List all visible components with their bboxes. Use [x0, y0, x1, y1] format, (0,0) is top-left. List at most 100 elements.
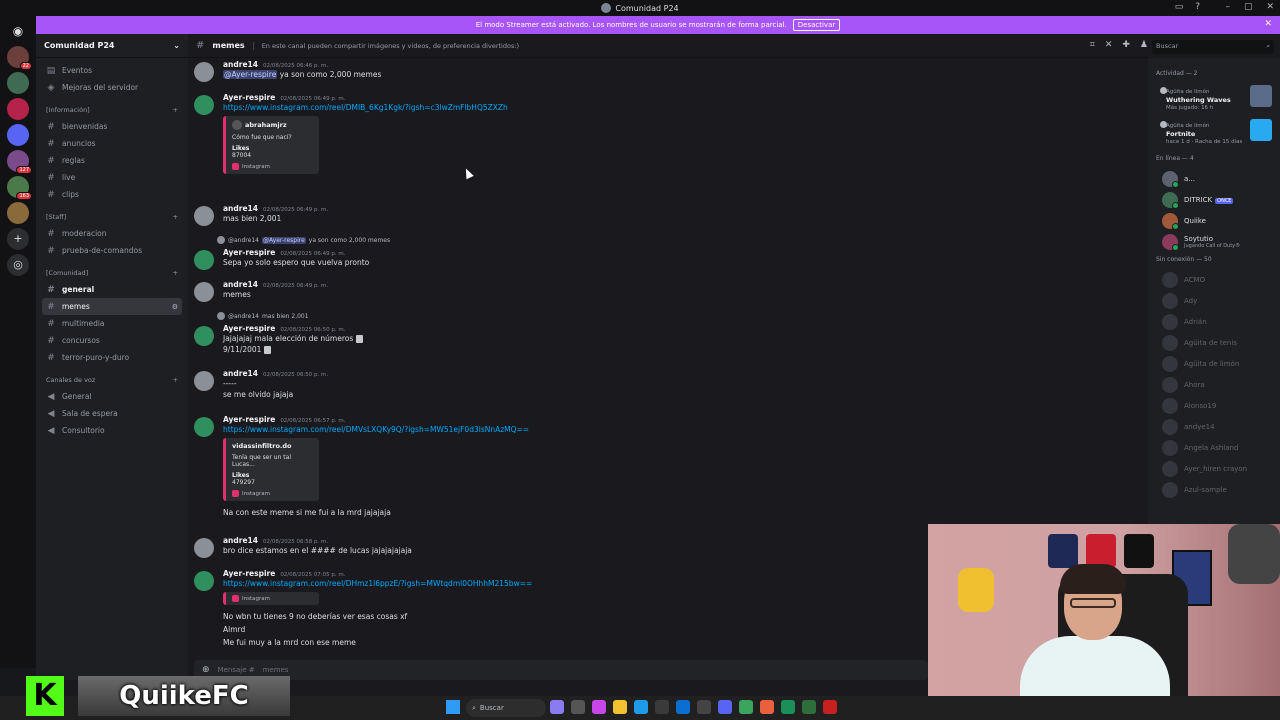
server-icon-active[interactable] [7, 124, 29, 146]
message-author[interactable]: andre14 [223, 60, 258, 69]
app-icon[interactable] [655, 700, 669, 714]
outlook-icon[interactable] [676, 700, 690, 714]
channel-memes[interactable]: # memes ⚙ [42, 298, 182, 315]
channel-concursos[interactable]: # concursos [42, 332, 182, 349]
message-author[interactable]: andre14 [223, 204, 258, 213]
server-icon[interactable] [7, 72, 29, 94]
category-staff[interactable]: [Staff] + [42, 209, 182, 225]
channel-server-boosts[interactable]: ◈ Mejoras del servidor [42, 79, 182, 96]
category-comunidad[interactable]: [Comunidad] + [42, 265, 182, 281]
message-author[interactable]: Ayer-respire [223, 569, 275, 578]
message-input[interactable]: ⊕ Mensaje # memes [194, 660, 928, 680]
member-item[interactable]: a... [1154, 168, 1274, 189]
windows-start-icon[interactable] [446, 700, 460, 714]
member-item[interactable]: Soytutio Jugando Call of Duty® [1154, 231, 1274, 252]
message-author[interactable]: andre14 [223, 280, 258, 289]
avatar[interactable] [194, 326, 214, 346]
file-explorer-icon[interactable] [613, 700, 627, 714]
channel-anuncios[interactable]: # anuncios [42, 135, 182, 152]
message-author[interactable]: andre14 [223, 369, 258, 378]
message-link[interactable]: https://www.instagram.com/reel/DMIB_6Kg1… [223, 102, 1134, 113]
voice-channel-consultorio[interactable]: ◀ Consultorio [42, 422, 182, 439]
server-icon[interactable]: 163 [7, 176, 32, 200]
add-channel-icon[interactable]: + [173, 269, 178, 277]
add-channel-icon[interactable]: + [173, 376, 178, 384]
channel-events[interactable]: ▤ Eventos [42, 62, 182, 79]
add-channel-icon[interactable]: + [173, 106, 178, 114]
mute-icon[interactable]: ✕ [1105, 40, 1113, 50]
minimize-icon[interactable]: – [1225, 2, 1230, 12]
channel-moderacion[interactable]: # moderacion [42, 225, 182, 242]
member-item[interactable]: Ayer_hiren crayon [1154, 458, 1274, 479]
attach-plus-icon[interactable]: ⊕ [202, 665, 210, 675]
channel-multimedia[interactable]: # multimedia [42, 315, 182, 332]
message-author[interactable]: Ayer-respire [223, 93, 275, 102]
channel-general[interactable]: # general [42, 281, 182, 298]
message-author[interactable]: Ayer-respire [223, 415, 275, 424]
member-item[interactable]: DITRICK ONCE [1154, 189, 1274, 210]
channel-settings-icon[interactable]: ⚙ [172, 303, 182, 311]
mention[interactable]: @Ayer-respire [223, 70, 278, 79]
server-icon[interactable] [7, 98, 29, 120]
member-item[interactable]: Angela Ashland [1154, 437, 1274, 458]
member-item[interactable]: Azul-sample [1154, 479, 1274, 500]
close-window-icon[interactable]: ✕ [1266, 2, 1274, 12]
edge-icon[interactable] [634, 700, 648, 714]
avatar[interactable] [194, 538, 214, 558]
maximize-icon[interactable]: ▢ [1244, 2, 1253, 12]
app-icon[interactable] [571, 700, 585, 714]
avatar[interactable] [194, 371, 214, 391]
avatar[interactable] [194, 571, 214, 591]
discord-home-icon[interactable]: ◉ [7, 20, 29, 42]
avatar[interactable] [194, 417, 214, 437]
app-icon[interactable] [781, 700, 795, 714]
member-item[interactable]: Adrián [1154, 311, 1274, 332]
voice-channel-sala-de-espera[interactable]: ◀ Sala de espera [42, 405, 182, 422]
avatar[interactable] [194, 206, 214, 226]
taskbar-search[interactable]: ⌕ Buscar [466, 699, 546, 717]
message-author[interactable]: Ayer-respire [223, 324, 275, 333]
avatar[interactable] [194, 282, 214, 302]
message-author[interactable]: andre14 [223, 536, 258, 545]
disable-streamer-button[interactable]: Desactivar [792, 19, 841, 31]
activity-card[interactable]: Agüita de limón Fortnite hace 1 d · Rach… [1154, 117, 1274, 151]
channel-topic[interactable]: En este canal pueden compartir imágenes … [252, 41, 519, 50]
app-icon[interactable] [697, 700, 711, 714]
reply-preview[interactable]: @andre14 @Ayer-respire ya son como 2,000… [217, 236, 390, 244]
server-header[interactable]: Comunidad P24 ⌄ [36, 34, 188, 58]
member-item[interactable]: Agüita de tenis [1154, 332, 1274, 353]
server-icon[interactable]: 127 [7, 150, 32, 174]
channel-bienvenidas[interactable]: # bienvenidas [42, 118, 182, 135]
close-banner-icon[interactable]: ✕ [1264, 19, 1272, 29]
member-item[interactable]: andye14 [1154, 416, 1274, 437]
channel-clips[interactable]: # clips [42, 186, 182, 203]
member-item[interactable]: Alonso19 [1154, 395, 1274, 416]
category-voice[interactable]: Canales de voz + [42, 372, 182, 388]
avatar[interactable] [194, 95, 214, 115]
member-item[interactable]: Quiike [1154, 210, 1274, 231]
discord-icon[interactable] [718, 700, 732, 714]
member-item[interactable]: Agüita de limón [1154, 353, 1274, 374]
app-icon[interactable] [823, 700, 837, 714]
member-item[interactable]: ACMO [1154, 269, 1274, 290]
app-icon[interactable] [760, 700, 774, 714]
app-icon[interactable] [802, 700, 816, 714]
threads-icon[interactable]: ⌗ [1090, 40, 1095, 50]
message-link[interactable]: https://www.instagram.com/reel/DMVsLXQKy… [223, 424, 1134, 435]
pin-icon[interactable]: ✚ [1122, 40, 1130, 50]
app-icon[interactable] [550, 700, 564, 714]
voice-channel-general[interactable]: ◀ General [42, 388, 182, 405]
channel-prueba-de-comandos[interactable]: # prueba-de-comandos [42, 242, 182, 259]
app-icon[interactable] [592, 700, 606, 714]
add-channel-icon[interactable]: + [173, 213, 178, 221]
channel-reglas[interactable]: # reglas [42, 152, 182, 169]
server-icon[interactable] [7, 202, 29, 224]
avatar[interactable] [194, 62, 214, 82]
channel-terror-puro-y-duro[interactable]: # terror-puro-y-duro [42, 349, 182, 366]
message-author[interactable]: Ayer-respire [223, 248, 275, 257]
reply-preview[interactable]: @andre14 mas bien 2,001 [217, 312, 309, 320]
discover-icon[interactable]: ◎ [7, 254, 29, 276]
add-server-icon[interactable]: + [7, 228, 29, 250]
member-item[interactable]: Ahora [1154, 374, 1274, 395]
channel-live[interactable]: # live [42, 169, 182, 186]
